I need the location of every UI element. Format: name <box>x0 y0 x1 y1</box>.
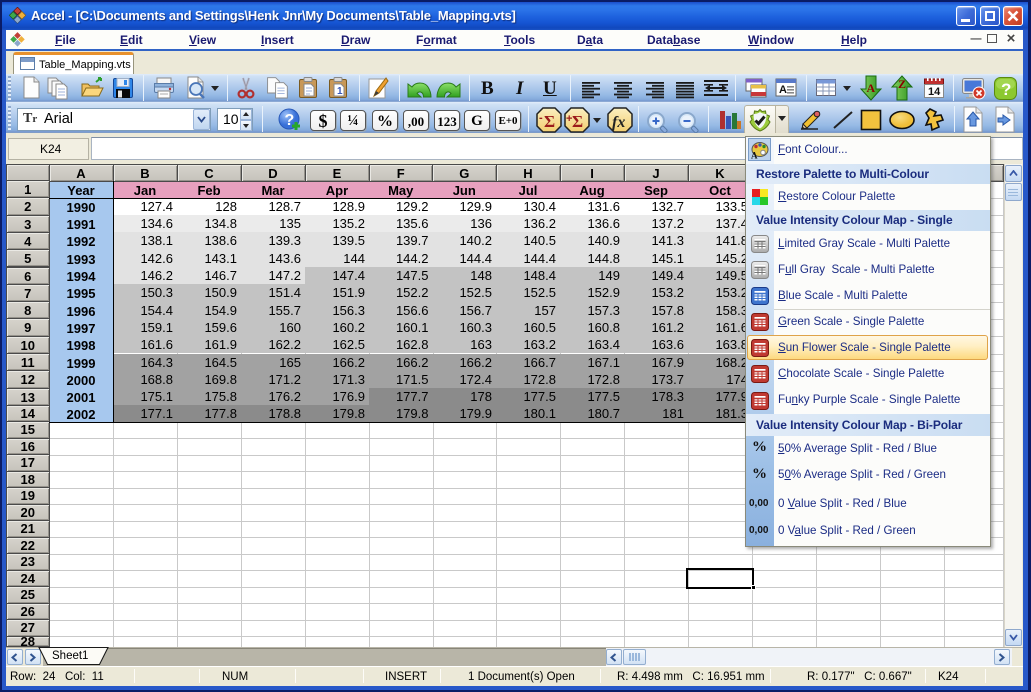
svg-text:Σ: Σ <box>544 112 555 131</box>
svg-text:A: A <box>867 81 876 95</box>
svg-text:Σ: Σ <box>572 112 583 131</box>
svg-text:1: 1 <box>337 86 343 97</box>
svg-text:Z: Z <box>898 77 906 91</box>
svg-text:A: A <box>779 84 787 96</box>
svg-text:-: - <box>539 112 543 124</box>
svg-text:+: + <box>566 113 572 125</box>
svg-text:?: ? <box>1001 80 1011 99</box>
svg-text:A: A <box>751 151 758 160</box>
svg-text:fx: fx <box>612 114 625 131</box>
svg-text:14: 14 <box>928 86 941 98</box>
